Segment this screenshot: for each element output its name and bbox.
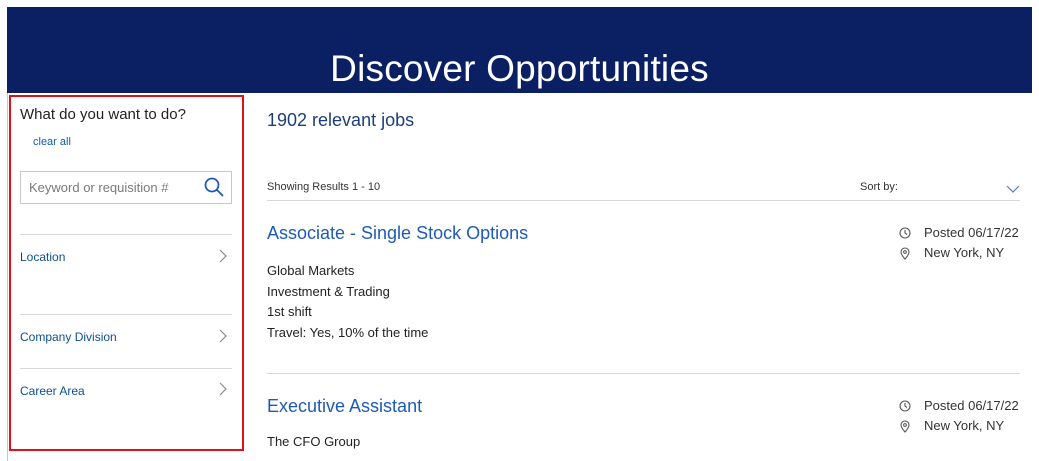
- job-detail: 1st shift: [267, 304, 312, 319]
- divider: [267, 373, 1020, 374]
- job-detail: Travel: Yes, 10% of the time: [267, 325, 429, 340]
- search-icon[interactable]: [203, 176, 225, 198]
- job-detail: The CFO Group: [267, 434, 361, 449]
- divider: [267, 200, 1020, 201]
- sort-label: Sort by:: [860, 181, 898, 193]
- sort-dropdown[interactable]: [907, 174, 1020, 200]
- filter-item-location[interactable]: Location: [20, 234, 232, 274]
- chevron-right-icon: [219, 382, 227, 396]
- clock-icon: [899, 227, 911, 239]
- job-location-text: New York, NY: [924, 418, 1005, 433]
- job-location-text: New York, NY: [924, 245, 1005, 260]
- divider: [20, 314, 232, 315]
- keyword-search: [20, 171, 232, 204]
- filter-item-career-area[interactable]: Career Area: [20, 368, 232, 408]
- location-pin-icon: [900, 247, 910, 260]
- chevron-right-icon: [219, 329, 227, 343]
- chevron-right-icon: [219, 249, 227, 263]
- keyword-search-input[interactable]: [21, 172, 209, 203]
- clear-all-link[interactable]: clear all: [33, 136, 71, 148]
- filter-item-label: Company Division: [20, 330, 117, 344]
- page-title: Discover Opportunities: [330, 48, 709, 89]
- hero-banner: Discover Opportunities: [7, 7, 1032, 93]
- job-detail: Investment & Trading: [267, 284, 390, 299]
- filter-item-label: Location: [20, 250, 66, 264]
- showing-results-text: Showing Results 1 - 10: [267, 181, 381, 193]
- posted-date-text: Posted 06/17/22: [924, 225, 1019, 240]
- careers-page: Discover Opportunities What do you want …: [0, 0, 1039, 461]
- divider: [20, 234, 232, 235]
- filter-panel: What do you want to do? clear all Locati…: [9, 95, 244, 451]
- divider: [20, 368, 232, 369]
- filter-item-label: Career Area: [20, 384, 85, 398]
- job-title-link[interactable]: Executive Assistant: [267, 396, 422, 417]
- left-divider: [7, 93, 8, 461]
- results-count: 1902 relevant jobs: [267, 110, 415, 130]
- location-pin-icon: [900, 420, 910, 433]
- chevron-down-icon: [1006, 185, 1020, 193]
- job-detail: Global Markets: [267, 263, 355, 278]
- filter-item-company-division[interactable]: Company Division: [20, 314, 232, 354]
- results-toolbar: Showing Results 1 - 10 Sort by:: [267, 174, 1020, 200]
- clock-icon: [899, 400, 911, 412]
- filter-panel-title: What do you want to do?: [20, 106, 186, 123]
- job-title-link[interactable]: Associate - Single Stock Options: [267, 223, 528, 244]
- posted-date-text: Posted 06/17/22: [924, 398, 1019, 413]
